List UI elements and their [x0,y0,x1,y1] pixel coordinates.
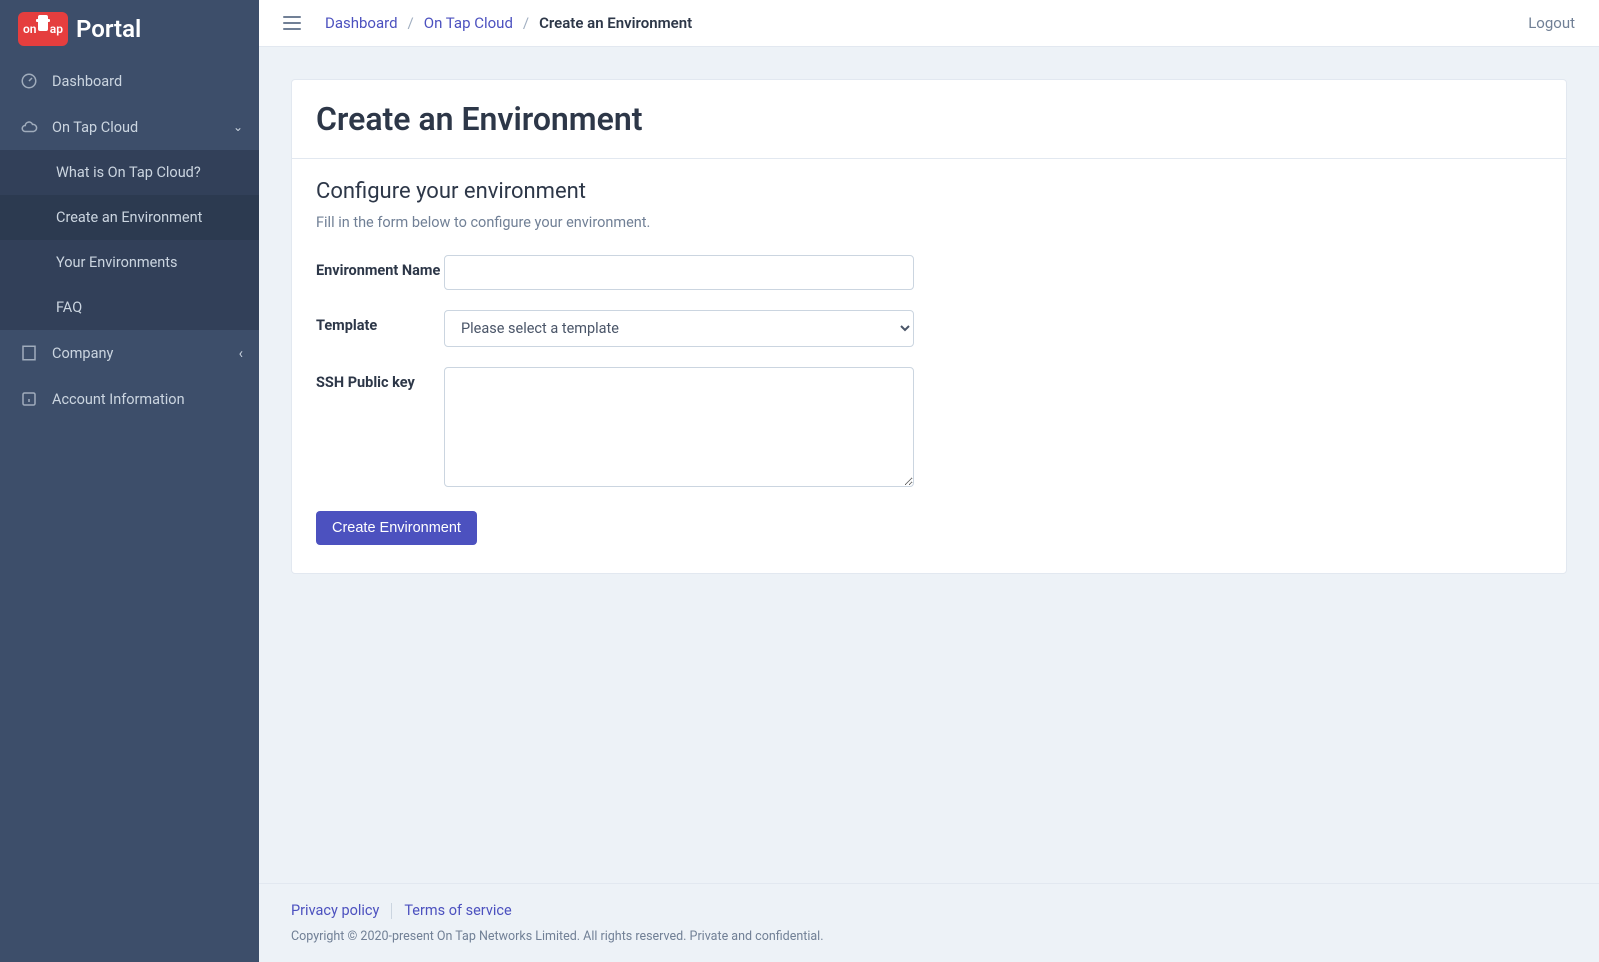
ssh-textarea[interactable] [444,367,914,487]
env-name-label: Environment Name [316,255,444,279]
brand-text: Portal [76,15,141,43]
building-icon [20,344,38,362]
section-description: Fill in the form below to configure your… [316,214,1542,231]
footer: Privacy policy Terms of service Copyrigh… [259,883,1599,962]
form-row-env-name: Environment Name [316,255,1542,290]
sidebar-subitem-label: What is On Tap Cloud? [56,164,201,181]
card-body: Configure your environment Fill in the f… [292,159,1566,573]
form-row-template: Template Please select a template [316,310,1542,347]
card: Create an Environment Configure your env… [291,79,1567,574]
footer-divider [391,903,392,919]
sidebar: Portal Dashboard On Tap Cloud What is On… [0,0,259,962]
sidebar-item-label: Account Information [52,391,185,408]
dashboard-icon [20,72,38,90]
sidebar-submenu-cloud: What is On Tap Cloud? Create an Environm… [0,150,259,330]
privacy-policy-link[interactable]: Privacy policy [291,902,379,919]
info-icon [20,390,38,408]
breadcrumb-current: Create an Environment [539,14,692,32]
template-select[interactable]: Please select a template [444,310,914,347]
topbar: Dashboard / On Tap Cloud / Create an Env… [259,0,1599,47]
breadcrumb-separator: / [408,14,414,32]
sidebar-item-label: Company [52,345,113,362]
breadcrumb-separator: / [523,14,529,32]
sidebar-subitem-label: Create an Environment [56,209,202,226]
sidebar-item-label: Dashboard [52,73,122,90]
create-environment-button[interactable]: Create Environment [316,511,477,545]
copyright-text: Copyright © 2020-present On Tap Networks… [291,929,1567,944]
card-header: Create an Environment [292,80,1566,159]
sidebar-subitem-create-env[interactable]: Create an Environment [0,195,259,240]
brand[interactable]: Portal [0,0,259,58]
template-label: Template [316,310,444,334]
logout-link[interactable]: Logout [1528,14,1575,32]
sidebar-subitem-faq[interactable]: FAQ [0,285,259,330]
breadcrumb-ontap-cloud[interactable]: On Tap Cloud [424,14,513,32]
sidebar-subitem-whatis[interactable]: What is On Tap Cloud? [0,150,259,195]
form-row-ssh: SSH Public key [316,367,1542,491]
sidebar-item-ontap-cloud[interactable]: On Tap Cloud [0,104,259,150]
page-title: Create an Environment [316,100,1542,138]
main: Dashboard / On Tap Cloud / Create an Env… [259,0,1599,962]
env-name-input[interactable] [444,255,914,290]
cloud-icon [20,118,38,136]
logo-icon [18,12,68,46]
sidebar-item-company[interactable]: Company [0,330,259,376]
sidebar-item-dashboard[interactable]: Dashboard [0,58,259,104]
sidebar-item-label: On Tap Cloud [52,119,138,136]
topbar-left: Dashboard / On Tap Cloud / Create an Env… [283,14,692,32]
section-title: Configure your environment [316,179,1542,204]
sidebar-subitem-label: FAQ [56,299,82,316]
sidebar-nav: Dashboard On Tap Cloud What is On Tap Cl… [0,58,259,962]
sidebar-subitem-label: Your Environments [56,254,178,271]
menu-toggle-icon[interactable] [283,16,301,30]
footer-links: Privacy policy Terms of service [291,902,1567,919]
breadcrumb: Dashboard / On Tap Cloud / Create an Env… [325,14,692,32]
breadcrumb-dashboard[interactable]: Dashboard [325,14,398,32]
terms-link[interactable]: Terms of service [404,902,511,919]
ssh-label: SSH Public key [316,367,444,391]
sidebar-subitem-your-envs[interactable]: Your Environments [0,240,259,285]
sidebar-item-account[interactable]: Account Information [0,376,259,422]
content: Create an Environment Configure your env… [259,47,1599,883]
